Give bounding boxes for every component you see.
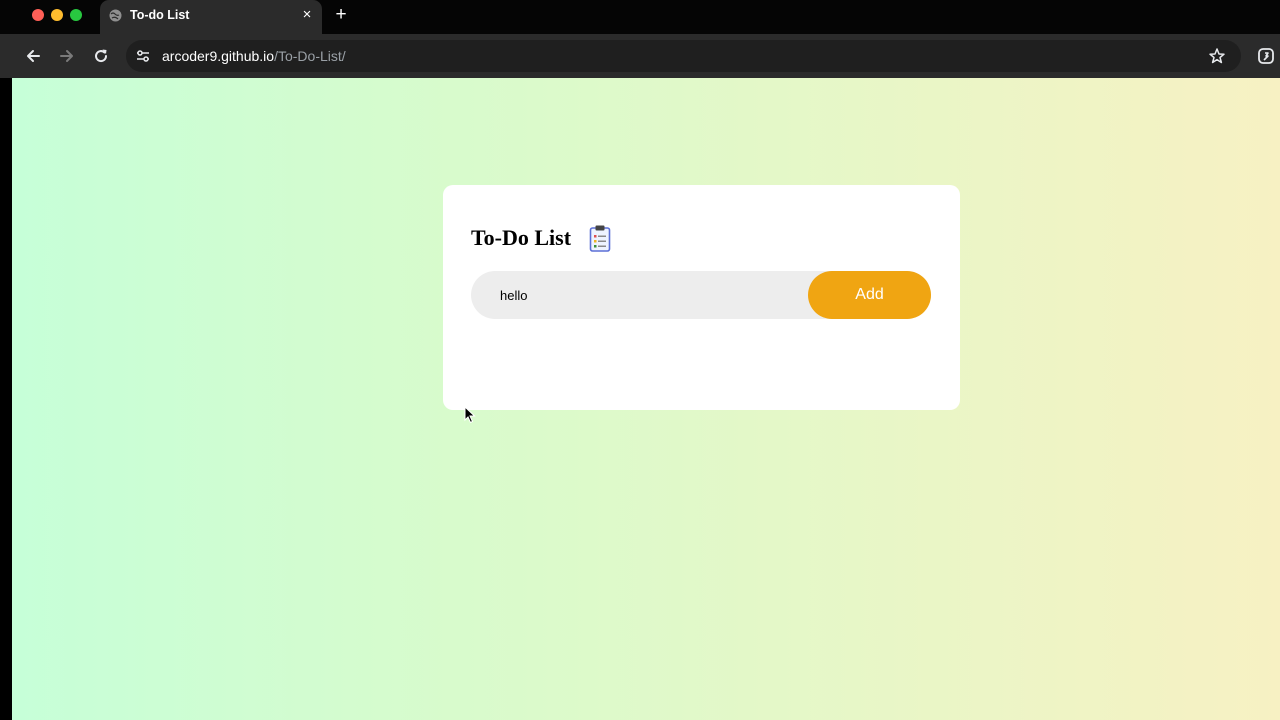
star-icon[interactable] — [1208, 47, 1226, 65]
browser-toolbar: arcoder9.github.io/To-Do-List/ — [0, 34, 1280, 78]
plus-icon[interactable]: + — [333, 5, 349, 25]
clipboard-icon — [589, 224, 611, 252]
extension-icon[interactable] — [1257, 46, 1275, 66]
url-path: /To-Do-List/ — [274, 48, 346, 64]
task-input[interactable] — [471, 271, 801, 319]
globe-icon — [109, 9, 122, 22]
close-window-button[interactable] — [32, 9, 44, 21]
add-button[interactable]: Add — [808, 271, 931, 319]
mouse-cursor-icon — [464, 405, 476, 424]
arrow-right-icon[interactable] — [57, 46, 77, 66]
task-input-row: Add — [471, 271, 931, 319]
page-viewport: To-Do List Add — [12, 78, 1280, 720]
tab-to-do-list[interactable]: To-do List × — [100, 0, 322, 34]
url-text: arcoder9.github.io/To-Do-List/ — [162, 48, 346, 64]
address-bar[interactable]: arcoder9.github.io/To-Do-List/ — [126, 40, 1241, 72]
tab-title: To-do List — [130, 8, 190, 22]
tab-strip: To-do List × + — [0, 0, 1280, 34]
page-title: To-Do List — [471, 225, 572, 250]
url-host: arcoder9.github.io — [162, 48, 275, 64]
browser-window: To-do List × + arcoder9.github.io/To-Do-… — [0, 0, 1280, 720]
minimize-window-button[interactable] — [51, 9, 63, 21]
maximize-window-button[interactable] — [70, 9, 82, 21]
close-icon[interactable]: × — [300, 7, 314, 23]
tune-icon[interactable] — [135, 48, 151, 64]
todo-card: To-Do List Add — [443, 185, 960, 410]
arrow-left-icon[interactable] — [23, 46, 43, 66]
reload-icon[interactable] — [91, 46, 111, 66]
